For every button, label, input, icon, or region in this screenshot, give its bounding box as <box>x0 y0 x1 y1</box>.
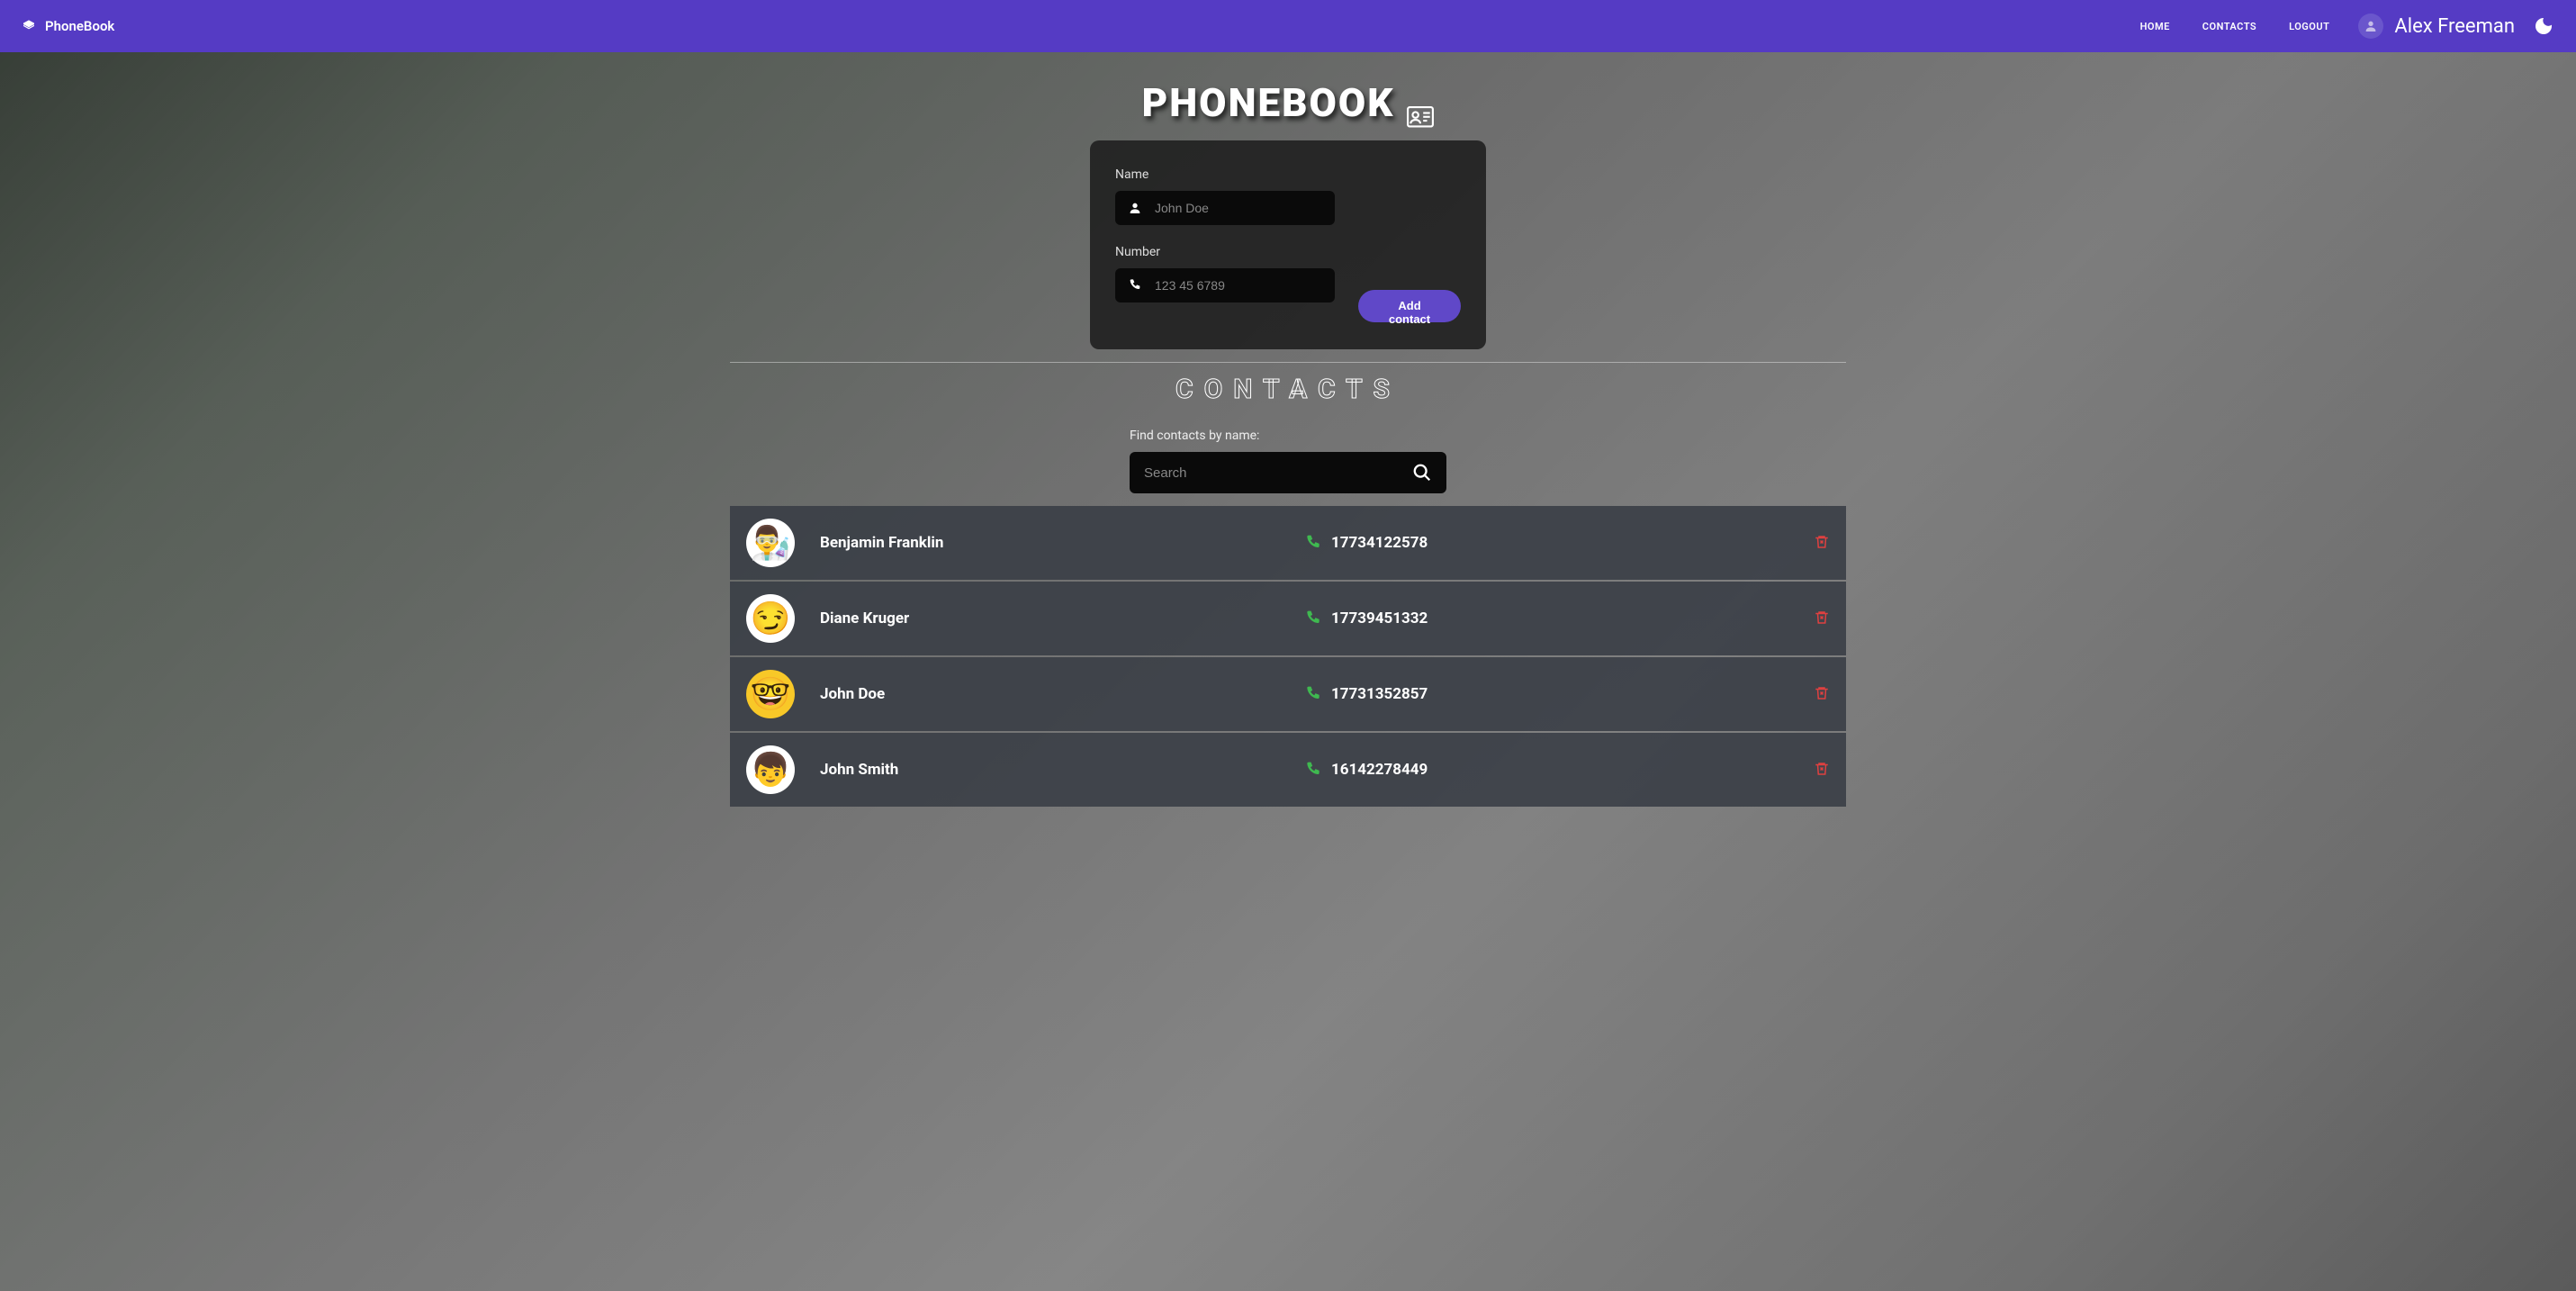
top-nav: PhoneBook HOME CONTACTS LOGOUT Alex Free… <box>0 0 2576 52</box>
phone-number: 16142278449 <box>1331 761 1428 779</box>
person-icon <box>1128 201 1142 215</box>
trash-icon <box>1814 534 1830 552</box>
brand-name: PhoneBook <box>45 18 114 34</box>
phone-number: 17731352857 <box>1331 685 1428 703</box>
book-icon <box>22 19 36 33</box>
user-section: Alex Freeman <box>2358 14 2554 39</box>
phone-icon <box>1304 761 1322 779</box>
theme-toggle[interactable] <box>2533 15 2554 37</box>
phone-number: 17739451332 <box>1331 609 1428 627</box>
phone-icon <box>1304 609 1322 627</box>
nav-logout[interactable]: LOGOUT <box>2289 21 2329 32</box>
id-card-icon <box>1407 91 1434 114</box>
delete-button[interactable] <box>1776 609 1830 627</box>
phone-icon <box>1304 685 1322 703</box>
nav-home[interactable]: HOME <box>2140 21 2170 32</box>
user-name: Alex Freeman <box>2394 15 2515 38</box>
search-area: Find contacts by name: <box>1130 429 1446 493</box>
delete-button[interactable] <box>1776 534 1830 552</box>
search-wrapper <box>1130 452 1446 493</box>
contact-avatar: 👨‍🔬 <box>746 519 795 567</box>
number-input-wrapper <box>1115 268 1335 302</box>
search-icon <box>1412 463 1432 483</box>
add-contact-button[interactable]: Add contact <box>1358 290 1461 322</box>
contact-name: Diane Kruger <box>820 609 909 627</box>
number-input[interactable] <box>1142 278 1322 293</box>
contacts-heading: CONTACTS <box>1175 374 1401 405</box>
contact-avatar: 👦 <box>746 745 795 794</box>
name-label: Name <box>1115 167 1461 182</box>
search-input[interactable] <box>1144 465 1412 481</box>
contact-phone: 17734122578 <box>1304 534 1776 552</box>
page-title-text: PHONEBOOK <box>1142 79 1395 126</box>
contact-phone: 17731352857 <box>1304 685 1776 703</box>
contact-name: John Doe <box>820 685 885 703</box>
trash-icon <box>1814 609 1830 627</box>
trash-icon <box>1814 685 1830 703</box>
trash-icon <box>1814 761 1830 779</box>
delete-button[interactable] <box>1776 761 1830 779</box>
contact-name: John Smith <box>820 761 898 779</box>
page-title: PHONEBOOK <box>1142 79 1435 126</box>
divider <box>730 362 1846 363</box>
name-input[interactable] <box>1142 201 1322 215</box>
avatar[interactable] <box>2358 14 2383 39</box>
phone-number: 17734122578 <box>1331 534 1428 552</box>
search-label: Find contacts by name: <box>1130 429 1446 443</box>
delete-button[interactable] <box>1776 685 1830 703</box>
phone-icon <box>1128 278 1142 293</box>
phone-icon <box>1304 534 1322 552</box>
contact-row: 😏 Diane Kruger 17739451332 <box>730 582 1846 655</box>
contact-row: 🤓 John Doe 17731352857 <box>730 657 1846 731</box>
name-input-wrapper <box>1115 191 1335 225</box>
moon-icon <box>2533 15 2554 37</box>
contact-avatar: 🤓 <box>746 670 795 718</box>
contact-avatar: 😏 <box>746 594 795 643</box>
contact-row: 👦 John Smith 16142278449 <box>730 733 1846 807</box>
contact-row: 👨‍🔬 Benjamin Franklin 17734122578 <box>730 506 1846 580</box>
brand[interactable]: PhoneBook <box>22 18 114 34</box>
nav-menu: HOME CONTACTS LOGOUT <box>2140 21 2330 32</box>
contact-phone: 17739451332 <box>1304 609 1776 627</box>
number-label: Number <box>1115 245 1335 259</box>
contact-list: 👨‍🔬 Benjamin Franklin 17734122578 😏 Dian… <box>730 506 1846 807</box>
contact-phone: 16142278449 <box>1304 761 1776 779</box>
nav-contacts[interactable]: CONTACTS <box>2202 21 2256 32</box>
contact-name: Benjamin Franklin <box>820 534 943 552</box>
add-contact-form: Name Number Add contact <box>1090 140 1486 349</box>
